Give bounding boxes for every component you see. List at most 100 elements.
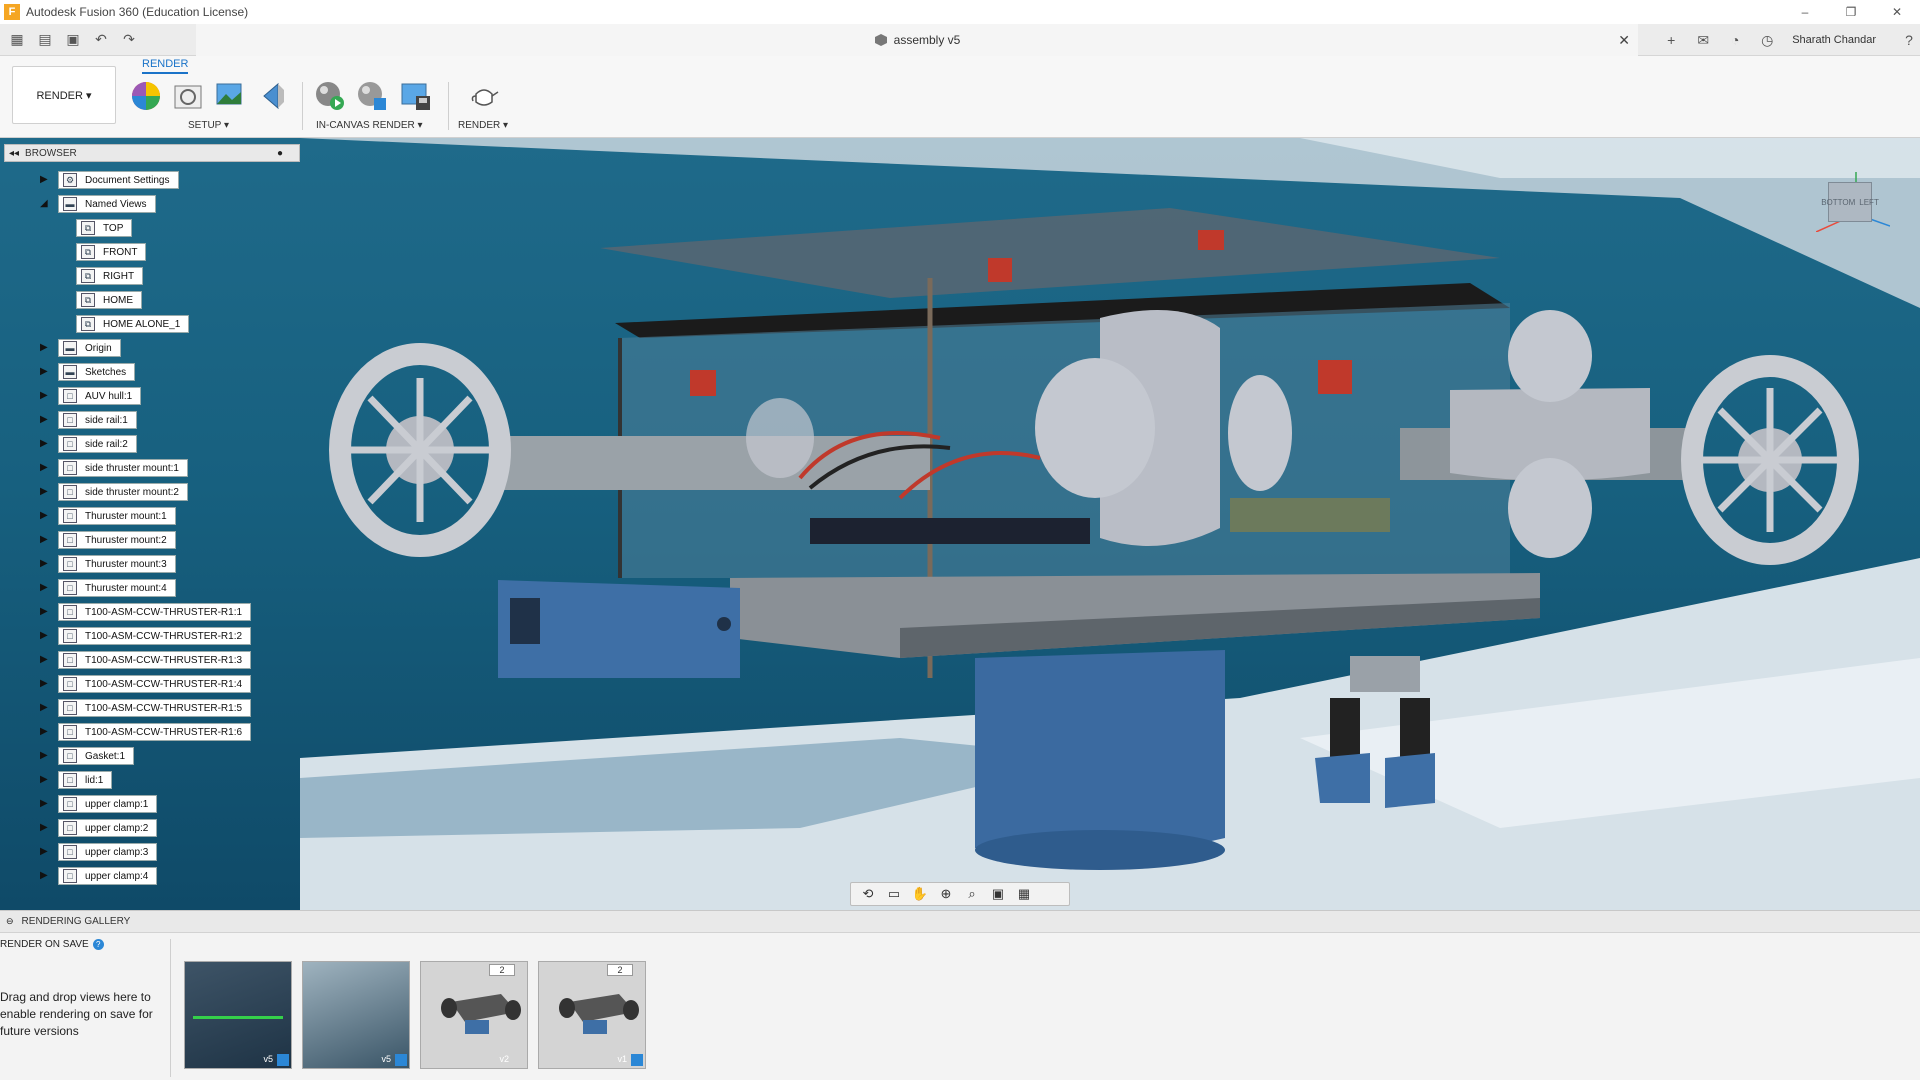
browser-item-chip[interactable]: □ side rail:1	[58, 411, 137, 429]
orbit-icon[interactable]: ⟲	[857, 885, 879, 903]
browser-item-chip[interactable]: □ Thuruster mount:2	[58, 531, 176, 549]
expand-arrow-icon[interactable]: ▶	[40, 174, 50, 185]
browser-item[interactable]: ▶◉□upper clamp:2	[0, 818, 300, 838]
browser-item-chip[interactable]: ⚙ Document Settings	[58, 171, 179, 189]
browser-item-chip[interactable]: ⧉ HOME ALONE_1	[76, 315, 190, 333]
render-thumbnail[interactable]: v5	[184, 961, 292, 1069]
expand-arrow-icon[interactable]: ▶	[40, 438, 50, 449]
expand-arrow-icon[interactable]: ▶	[40, 558, 50, 569]
expand-arrow-icon[interactable]: ▶	[40, 342, 50, 353]
help-icon[interactable]: ?	[92, 939, 104, 950]
document-tab[interactable]: assembly v5 ✕	[196, 24, 1638, 56]
browser-item-chip[interactable]: □ T100-ASM-CCW-THRUSTER-R1:4	[58, 675, 252, 693]
grid-settings-icon[interactable]: ▦	[1013, 885, 1035, 903]
redo-icon[interactable]: ↷	[118, 29, 140, 51]
render-thumbnail[interactable]: v5	[302, 961, 410, 1069]
browser-item[interactable]: ▶◉□upper clamp:3	[0, 842, 300, 862]
browser-item-chip[interactable]: □ side thruster mount:2	[58, 483, 188, 501]
browser-item[interactable]: ▶◉□upper clamp:1	[0, 794, 300, 814]
browser-item-chip[interactable]: ⧉ HOME	[76, 291, 142, 309]
browser-item-chip[interactable]: □ upper clamp:4	[58, 867, 158, 885]
collapse-browser-icon[interactable]: ◂◂	[9, 148, 19, 159]
browser-item-chip[interactable]: ⧉ RIGHT	[76, 267, 144, 285]
browser-item[interactable]: ⧉ HOME ALONE_1	[0, 314, 300, 334]
expand-arrow-icon[interactable]: ▶	[40, 798, 50, 809]
view-cube[interactable]: BOTTOM LEFT	[1816, 166, 1890, 232]
gallery-header[interactable]: ⊖ RENDERING GALLERY	[0, 911, 1920, 933]
expand-arrow-icon[interactable]: ▶	[40, 750, 50, 761]
browser-item-chip[interactable]: □ Gasket:1	[58, 747, 135, 765]
expand-arrow-icon[interactable]: ▶	[40, 414, 50, 425]
in-canvas-render-group-label[interactable]: IN-CANVAS RENDER ▾	[316, 120, 423, 131]
in-canvas-render-settings-icon[interactable]	[356, 80, 388, 112]
new-tab-icon[interactable]: +	[1660, 29, 1682, 51]
tab-render[interactable]: RENDER	[142, 58, 189, 74]
capture-image-icon[interactable]	[400, 80, 432, 112]
browser-item-chip[interactable]: ⧉ TOP	[76, 219, 133, 237]
look-at-icon[interactable]: ▭	[883, 885, 905, 903]
browser-item-chip[interactable]: ▬ Origin	[58, 339, 121, 357]
browser-item-chip[interactable]: □ T100-ASM-CCW-THRUSTER-R1:3	[58, 651, 252, 669]
browser-item[interactable]: ▶◉□T100-ASM-CCW-THRUSTER-R1:5	[0, 698, 300, 718]
scene-settings-icon[interactable]	[172, 80, 204, 112]
browser-item-chip[interactable]: □ upper clamp:3	[58, 843, 158, 861]
browser-item[interactable]: ▶ ⚙ Document Settings	[0, 170, 300, 190]
pan-icon[interactable]: ✋	[909, 885, 931, 903]
browser-item[interactable]: ▶◉□T100-ASM-CCW-THRUSTER-R1:1	[0, 602, 300, 622]
render-thumbnail[interactable]: 2 v2	[420, 961, 528, 1069]
expand-arrow-icon[interactable]: ▶	[40, 774, 50, 785]
browser-item-chip[interactable]: □ lid:1	[58, 771, 113, 789]
expand-arrow-icon[interactable]: ▶	[40, 870, 50, 881]
apps-grid-icon[interactable]: ▦	[6, 29, 28, 51]
browser-item[interactable]: ▶◉□Thuruster mount:1	[0, 506, 300, 526]
job-status-icon[interactable]: ◔	[1724, 29, 1746, 51]
appearance-icon[interactable]	[130, 80, 162, 112]
expand-arrow-icon[interactable]: ▶	[40, 822, 50, 833]
expand-arrow-icon[interactable]: ▶	[40, 678, 50, 689]
expand-arrow-icon[interactable]: ▶	[40, 606, 50, 617]
expand-arrow-icon[interactable]: ▶	[40, 390, 50, 401]
browser-item[interactable]: ▶◉□Thuruster mount:2	[0, 530, 300, 550]
minimize-button[interactable]: –	[1782, 0, 1828, 24]
user-name[interactable]: Sharath Chandar	[1792, 34, 1876, 46]
zoom-icon[interactable]: ⊕	[935, 885, 957, 903]
browser-item-chip[interactable]: ▬ Sketches	[58, 363, 136, 381]
expand-arrow-icon[interactable]: ▶	[40, 582, 50, 593]
browser-item-chip[interactable]: □ Thuruster mount:3	[58, 555, 176, 573]
close-window-button[interactable]: ✕	[1874, 0, 1920, 24]
browser-item[interactable]: ▶◉□side thruster mount:2	[0, 482, 300, 502]
browser-item[interactable]: ▶◉□AUV hull:1	[0, 386, 300, 406]
browser-item-chip[interactable]: □ T100-ASM-CCW-THRUSTER-R1:2	[58, 627, 252, 645]
workspace-switcher[interactable]: RENDER ▾	[12, 66, 116, 124]
browser-header[interactable]: ◂◂ BROWSER ●	[4, 144, 300, 162]
browser-item[interactable]: ▶◉□Thuruster mount:3	[0, 554, 300, 574]
render-teapot-icon[interactable]	[468, 80, 500, 112]
display-settings-icon[interactable]: ▣	[987, 885, 1009, 903]
expand-arrow-icon[interactable]: ▶	[40, 654, 50, 665]
browser-item[interactable]: ▶◉□upper clamp:4	[0, 866, 300, 886]
browser-item[interactable]: ⧉ RIGHT	[0, 266, 300, 286]
file-menu-icon[interactable]: ▤	[34, 29, 56, 51]
browser-item[interactable]: ▶◉□Gasket:1	[0, 746, 300, 766]
browser-item[interactable]: ⧉ TOP	[0, 218, 300, 238]
browser-pin-icon[interactable]: ●	[277, 148, 283, 159]
browser-item-chip[interactable]: □ Thuruster mount:4	[58, 579, 176, 597]
browser-item[interactable]: ▶◉□side rail:1	[0, 410, 300, 430]
browser-item-chip[interactable]: □ upper clamp:2	[58, 819, 158, 837]
expand-arrow-icon[interactable]: ▶	[40, 462, 50, 473]
help-icon[interactable]: ?	[1898, 29, 1920, 51]
browser-item-chip[interactable]: □ Thuruster mount:1	[58, 507, 176, 525]
browser-item-chip[interactable]: □ side thruster mount:1	[58, 459, 188, 477]
browser-item[interactable]: ▶◉□T100-ASM-CCW-THRUSTER-R1:6	[0, 722, 300, 742]
view-cube-face[interactable]: BOTTOM LEFT	[1821, 182, 1879, 222]
environment-library-icon[interactable]	[214, 80, 246, 112]
browser-item[interactable]: ▶◉▬Origin	[0, 338, 300, 358]
browser-item[interactable]: ▶◉□Thuruster mount:4	[0, 578, 300, 598]
browser-item[interactable]: ⧉ HOME	[0, 290, 300, 310]
browser-item[interactable]: ▶◉□side rail:2	[0, 434, 300, 454]
browser-item[interactable]: ▶◉□T100-ASM-CCW-THRUSTER-R1:3	[0, 650, 300, 670]
render-on-save[interactable]: RENDER ON SAVE?	[0, 939, 104, 950]
texture-map-icon[interactable]	[258, 80, 290, 112]
browser-item-chip[interactable]: □ AUV hull:1	[58, 387, 142, 405]
undo-icon[interactable]: ↶	[90, 29, 112, 51]
